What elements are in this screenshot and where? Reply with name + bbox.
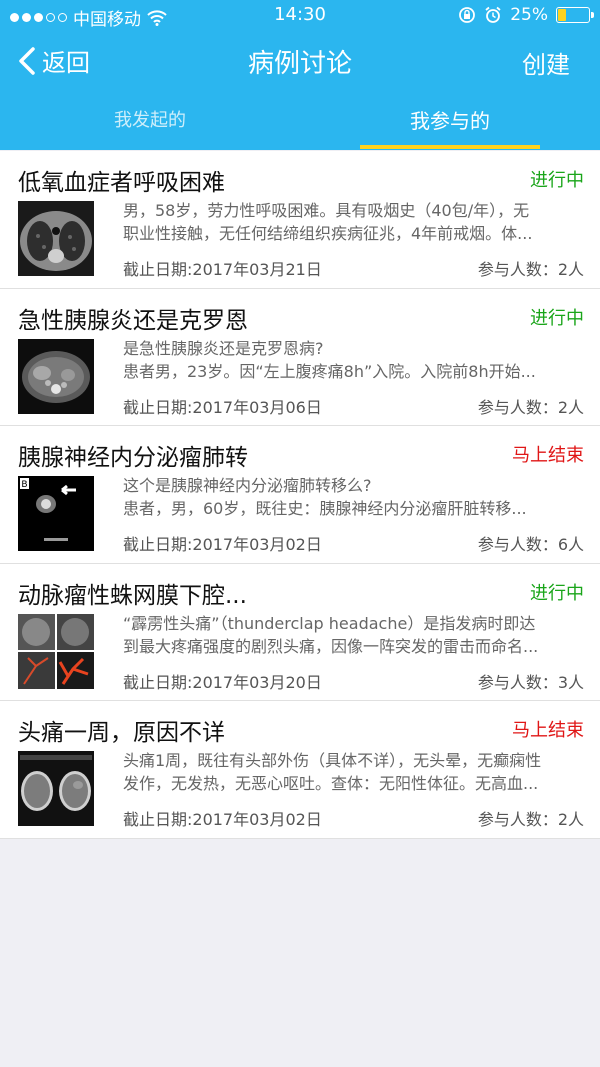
- nav-bar: 返回 病例讨论 创建: [0, 30, 600, 92]
- tab-bar: 我发起的 我参与的: [0, 92, 600, 150]
- battery-percent: 25%: [510, 5, 548, 25]
- case-participants: 参与人数：2人: [477, 810, 584, 829]
- pet-scan-image: B: [18, 476, 94, 551]
- cerebral-angiography-image: [18, 613, 94, 689]
- case-description: 头痛1周，既往有头部外伤（具体不详），无头晕，无癫痫性 发作，无发热，无恶心呕吐…: [123, 751, 542, 793]
- case-item[interactable]: 低氧血症者呼吸困难 进行中 男，58岁，劳力性呼吸困难。具有吸烟史（40包/年）…: [0, 151, 600, 289]
- case-description: 这个是胰腺神经内分泌瘤肺转移么? 患者，男，60岁，既往史：胰腺神经内分泌瘤肝脏…: [123, 476, 527, 518]
- thumb-label: B: [21, 480, 27, 490]
- case-status: 进行中: [530, 307, 584, 329]
- case-item[interactable]: 动脉瘤性蛛网膜下腔... 进行中 “霹雳性头痛”（thunderclap hea…: [0, 564, 600, 701]
- case-description: 男，58岁，劳力性呼吸困难。具有吸烟史（40包/年），无 职业性接触，无任何结缔…: [123, 201, 533, 243]
- chest-ct-image: [18, 201, 94, 276]
- case-list: 低氧血症者呼吸困难 进行中 男，58岁，劳力性呼吸困难。具有吸烟史（40包/年）…: [0, 151, 600, 839]
- back-label: 返回: [42, 49, 90, 77]
- tab-indicator: [360, 145, 540, 149]
- case-description: “霹雳性头痛”（thunderclap headache）是指发病时即达 到最大…: [123, 613, 539, 656]
- case-status: 马上结束: [512, 445, 584, 466]
- case-item[interactable]: 头痛一周，原因不详 马上结束 头痛1周，既往有头部外伤（具体不详），无头晕，无癫…: [0, 701, 600, 839]
- app-header: 中国移动 14:30 25% 返回 病例讨论 创建 我发起的 我参与的: [0, 0, 600, 150]
- tab-participated[interactable]: 我参与的: [300, 92, 600, 150]
- page-title: 病例讨论: [247, 49, 352, 79]
- back-button[interactable]: 返回: [16, 43, 90, 78]
- case-description: 是急性胰腺炎还是克罗恩病? 患者男，23岁。因“左上腹疼痛8h”入院。入院前8h…: [123, 338, 536, 381]
- case-title: 动脉瘤性蛛网膜下腔...: [18, 582, 247, 609]
- case-participants: 参与人数：2人: [477, 397, 584, 417]
- case-deadline: 截止日期:2017年03月21日: [123, 260, 322, 279]
- abdominal-ct-image: [18, 338, 94, 414]
- case-title: 急性胰腺炎还是克罗恩: [18, 307, 248, 334]
- case-deadline: 截止日期:2017年03月06日: [123, 397, 322, 417]
- case-item[interactable]: 急性胰腺炎还是克罗恩 进行中 是急性胰腺炎还是克罗恩病? 患者男，23岁。因“左…: [0, 289, 600, 426]
- case-title: 头痛一周，原因不详: [18, 720, 225, 746]
- status-right: 25%: [458, 5, 594, 25]
- case-deadline: 截止日期:2017年03月20日: [123, 672, 322, 692]
- case-participants: 参与人数：2人: [477, 260, 584, 279]
- status-bar: 中国移动 14:30 25%: [0, 0, 600, 30]
- case-status: 进行中: [530, 170, 584, 191]
- case-participants: 参与人数：3人: [477, 672, 584, 692]
- tab-initiated[interactable]: 我发起的: [0, 92, 300, 150]
- case-title: 低氧血症者呼吸困难: [18, 170, 225, 196]
- case-participants: 参与人数：6人: [477, 535, 584, 554]
- create-button[interactable]: 创建: [522, 45, 570, 80]
- case-status: 进行中: [530, 582, 584, 604]
- rotation-lock-icon: [459, 7, 476, 23]
- chevron-left-icon: [19, 46, 35, 75]
- alarm-icon: [485, 6, 501, 23]
- case-status: 马上结束: [512, 720, 584, 741]
- case-item[interactable]: 胰腺神经内分泌瘤肺转 马上结束 B 这个是胰腺神经内分泌瘤肺转移么? 患者，男，…: [0, 426, 600, 564]
- case-title: 胰腺神经内分泌瘤肺转: [18, 445, 248, 471]
- case-deadline: 截止日期:2017年03月02日: [123, 535, 322, 554]
- case-deadline: 截止日期:2017年03月02日: [123, 810, 322, 829]
- battery-icon: [556, 7, 594, 23]
- brain-ct-image: [18, 751, 94, 826]
